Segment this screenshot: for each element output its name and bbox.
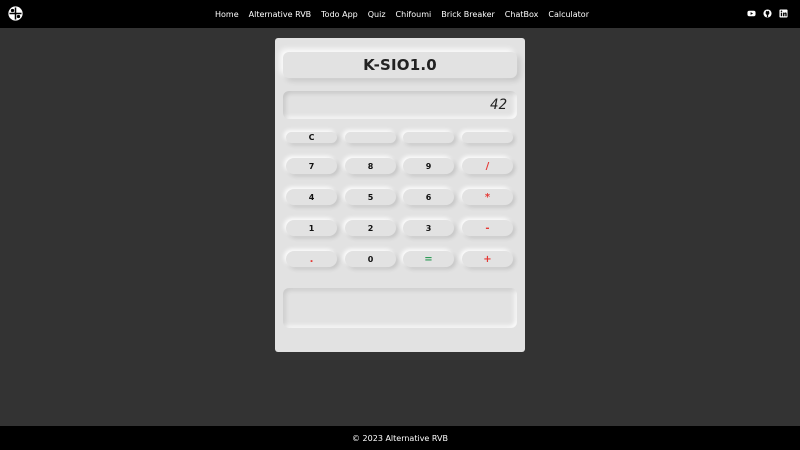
nav-link-todo-app[interactable]: Todo App (321, 10, 358, 19)
footer: © 2023 Alternative RVB (0, 426, 800, 450)
key-multiply[interactable]: * (462, 189, 513, 205)
key-clear[interactable]: C (286, 132, 337, 143)
linkedin-icon[interactable] (779, 9, 788, 18)
nav-link-brick-breaker[interactable]: Brick Breaker (441, 10, 495, 19)
key-plus[interactable]: + (462, 251, 513, 267)
nav-link-calculator[interactable]: Calculator (548, 10, 589, 19)
calculator-title: K-SIO1.0 (363, 56, 437, 74)
key-9[interactable]: 9 (403, 158, 454, 174)
key-4[interactable]: 4 (286, 189, 337, 205)
social-links (747, 9, 788, 18)
key-2[interactable]: 2 (345, 220, 396, 236)
nav-link-chatbox[interactable]: ChatBox (505, 10, 539, 19)
nav-link-chifoumi[interactable]: Chifoumi (396, 10, 432, 19)
display-value: 42 (490, 97, 507, 113)
key-empty-1[interactable] (345, 132, 396, 143)
nav-link-quiz[interactable]: Quiz (368, 10, 386, 19)
key-empty-2[interactable] (403, 132, 454, 143)
github-icon[interactable] (763, 9, 772, 18)
key-dot[interactable]: . (286, 251, 337, 267)
calculator-title-box: K-SIO1.0 (283, 52, 517, 78)
nav-link-alternative-rvb[interactable]: Alternative RVB (249, 10, 312, 19)
key-3[interactable]: 3 (403, 220, 454, 236)
key-5[interactable]: 5 (345, 189, 396, 205)
key-8[interactable]: 8 (345, 158, 396, 174)
key-minus[interactable]: - (462, 220, 513, 236)
youtube-icon[interactable] (747, 9, 756, 18)
footer-copyright: © 2023 Alternative RVB (352, 433, 448, 443)
history-panel (283, 288, 517, 328)
calculator-display: 42 (283, 91, 517, 119)
key-6[interactable]: 6 (403, 189, 454, 205)
key-equals[interactable]: = (403, 251, 454, 267)
key-divide[interactable]: / (462, 158, 513, 174)
calculator-panel: K-SIO1.0 42 C 7 8 9 / 4 5 6 * 1 2 3 - . … (275, 38, 525, 352)
key-7[interactable]: 7 (286, 158, 337, 174)
key-0[interactable]: 0 (345, 251, 396, 267)
nav-link-home[interactable]: Home (215, 10, 239, 19)
key-1[interactable]: 1 (286, 220, 337, 236)
navbar: Home Alternative RVB Todo App Quiz Chifo… (0, 0, 800, 28)
key-empty-3[interactable] (462, 132, 513, 143)
nav-links: Home Alternative RVB Todo App Quiz Chifo… (0, 0, 800, 28)
